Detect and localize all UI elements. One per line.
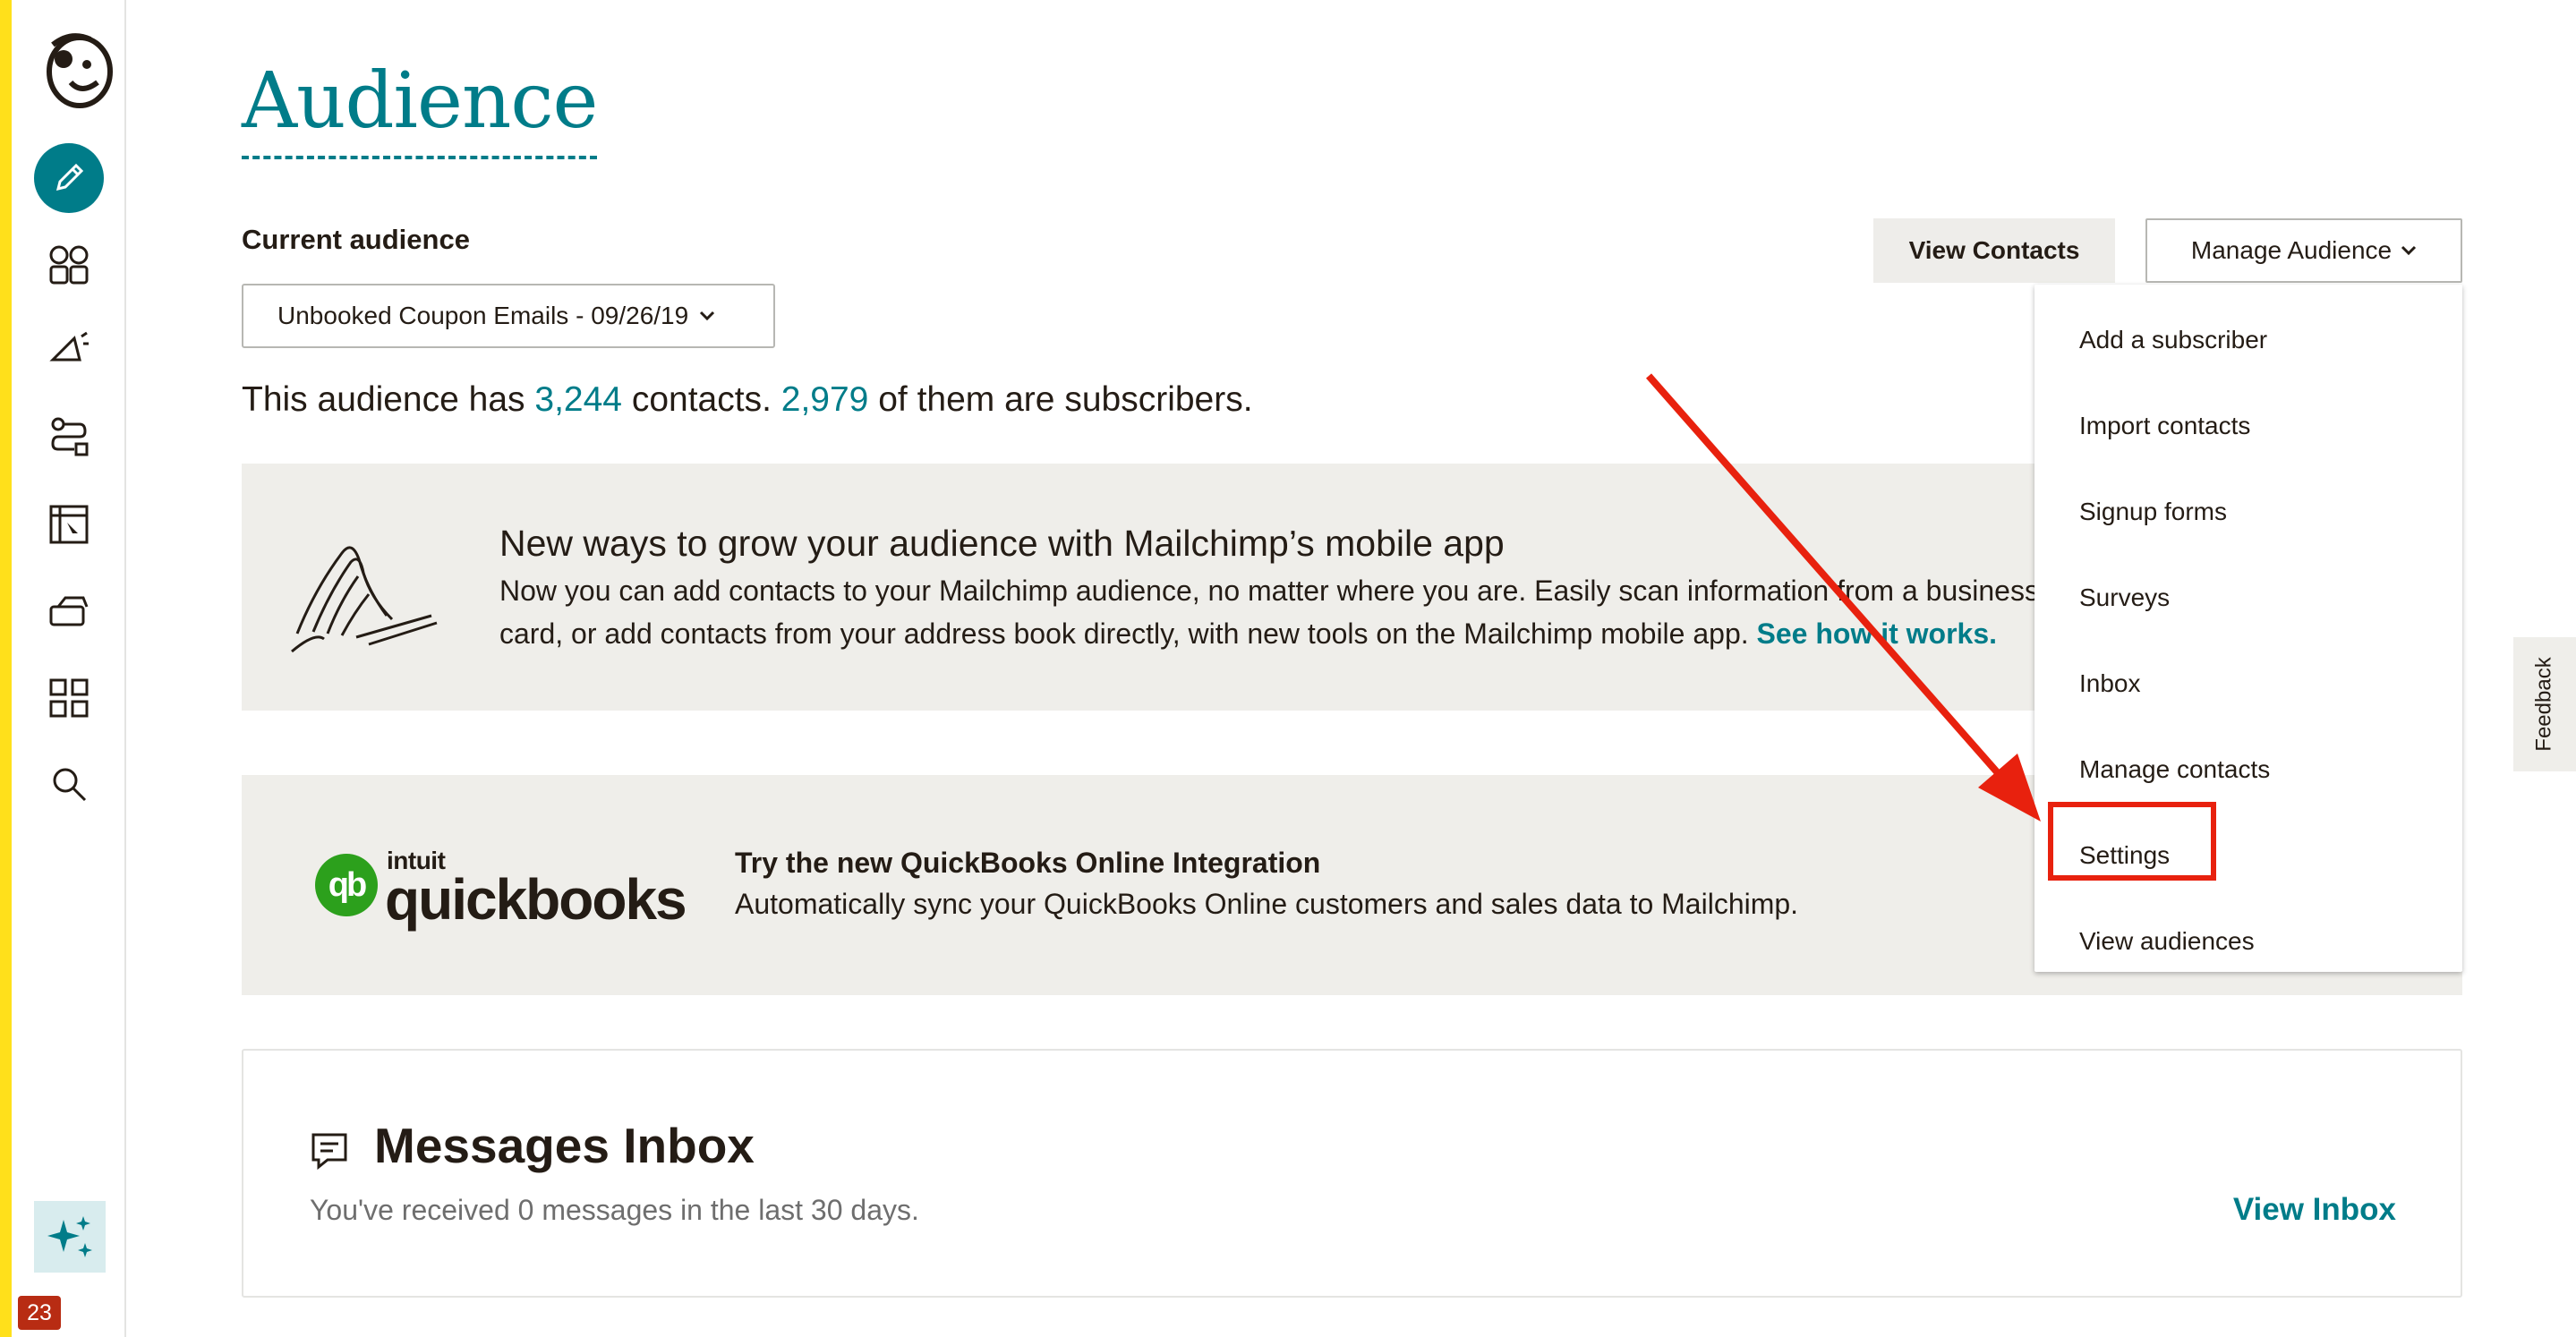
content-icon[interactable] xyxy=(44,587,94,637)
quickbooks-banner-title: Try the new QuickBooks Online Integratio… xyxy=(735,847,1321,879)
mobile-banner-title: New ways to grow your audience with Mail… xyxy=(499,523,1505,564)
menu-item-surveys[interactable]: Surveys xyxy=(2079,583,2170,612)
feedback-label: Feedback xyxy=(2532,657,2556,752)
chevron-down-icon xyxy=(699,306,715,327)
website-icon[interactable] xyxy=(44,499,94,549)
messages-inbox-body: You've received 0 messages in the last 3… xyxy=(310,1194,919,1226)
menu-item-signup-forms[interactable]: Signup forms xyxy=(2079,498,2227,526)
messages-inbox-card: Messages Inbox You've received 0 message… xyxy=(242,1049,2462,1298)
grid-icon[interactable] xyxy=(44,673,94,723)
quickbooks-banner-body: Automatically sync your QuickBooks Onlin… xyxy=(735,888,1799,920)
audience-summary: This audience has 3,244 contacts. 2,979 … xyxy=(242,380,1253,420)
search-icon[interactable] xyxy=(44,759,94,809)
feedback-tab[interactable]: Feedback xyxy=(2513,637,2576,771)
create-button[interactable] xyxy=(34,143,104,213)
megaphone-icon[interactable] xyxy=(44,324,94,374)
automation-icon[interactable] xyxy=(44,412,94,462)
qb-badge-icon: qb xyxy=(315,854,378,916)
notification-badge[interactable]: 23 xyxy=(18,1296,61,1330)
summary-prefix: This audience has xyxy=(242,380,525,419)
quickbooks-logo: qb intuit quickbooks xyxy=(315,847,691,936)
current-audience-label: Current audience xyxy=(242,224,470,255)
menu-item-add-subscriber[interactable]: Add a subscriber xyxy=(2079,326,2267,354)
chevron-down-icon xyxy=(2401,245,2417,256)
settings-highlight-box xyxy=(2048,802,2216,881)
audience-icon[interactable] xyxy=(44,240,94,290)
subscribers-count[interactable]: 2,979 xyxy=(781,380,869,419)
manage-audience-button[interactable]: Manage Audience xyxy=(2145,218,2462,283)
mailchimp-logo-icon[interactable] xyxy=(35,27,124,116)
message-icon xyxy=(308,1129,351,1172)
sidebar: 23 xyxy=(12,0,126,1337)
contacts-count[interactable]: 3,244 xyxy=(534,380,622,419)
audience-select[interactable]: Unbooked Coupon Emails - 09/26/19 xyxy=(242,284,775,348)
page-title: Audience xyxy=(242,52,598,159)
mobile-banner-body: Now you can add contacts to your Mailchi… xyxy=(499,569,2075,655)
hand-card-illustration-icon xyxy=(288,526,440,660)
menu-item-import-contacts[interactable]: Import contacts xyxy=(2079,412,2250,440)
messages-inbox-title: Messages Inbox xyxy=(374,1118,755,1173)
see-how-it-works-link[interactable]: See how it works. xyxy=(1757,617,1998,650)
view-contacts-button[interactable]: View Contacts xyxy=(1873,218,2115,283)
summary-middle: contacts. xyxy=(631,380,772,419)
summary-suffix: of them are subscribers. xyxy=(878,380,1253,419)
brand-color-bar xyxy=(0,0,12,1337)
menu-item-manage-contacts[interactable]: Manage contacts xyxy=(2079,755,2270,784)
menu-item-inbox[interactable]: Inbox xyxy=(2079,669,2141,698)
view-inbox-link[interactable]: View Inbox xyxy=(2233,1192,2396,1228)
audience-select-value: Unbooked Coupon Emails - 09/26/19 xyxy=(277,302,689,329)
quickbooks-wordmark: quickbooks xyxy=(385,867,687,932)
sparkle-assistant-icon[interactable] xyxy=(34,1201,106,1273)
menu-item-view-audiences[interactable]: View audiences xyxy=(2079,927,2255,956)
pencil-icon xyxy=(55,163,84,192)
manage-audience-label: Manage Audience xyxy=(2190,236,2393,264)
